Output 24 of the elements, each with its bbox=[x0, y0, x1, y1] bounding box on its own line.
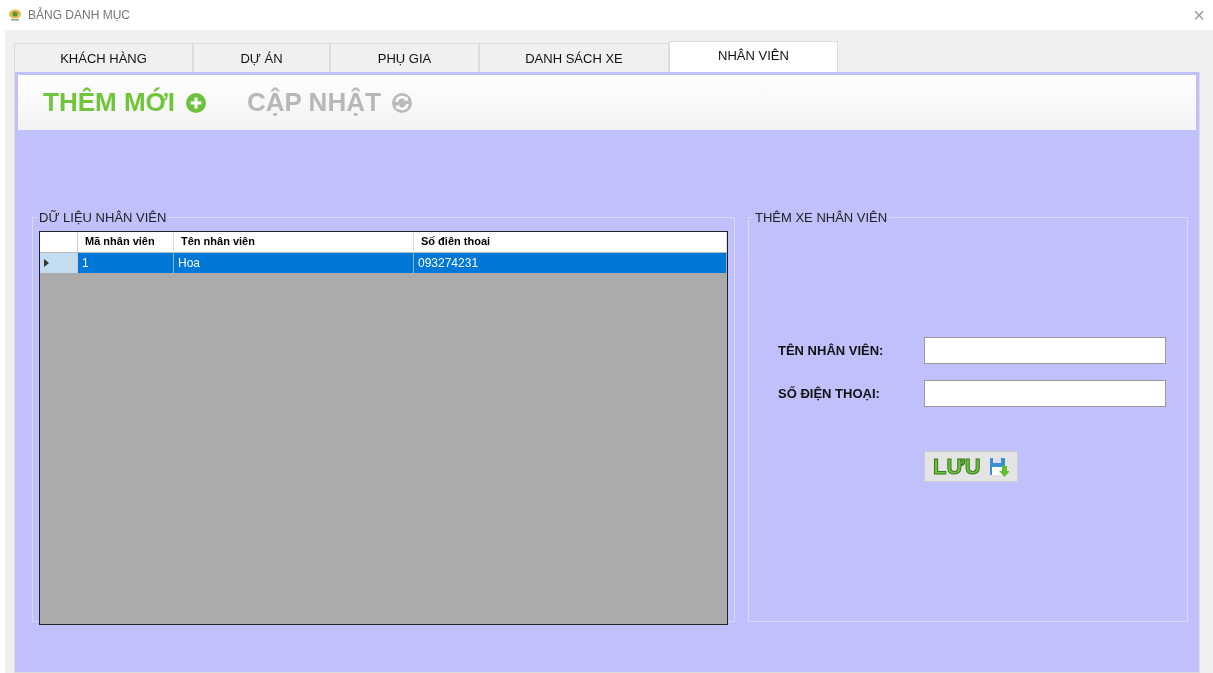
refresh-icon bbox=[390, 91, 413, 114]
app-logo-icon bbox=[8, 9, 22, 21]
table-cell: 1 bbox=[78, 253, 174, 273]
tab[interactable]: DANH SÁCH XE bbox=[479, 43, 669, 72]
current-row-icon bbox=[44, 259, 49, 267]
field-label: SỐ ĐIỆN THOẠI: bbox=[778, 386, 881, 401]
input-field[interactable] bbox=[924, 380, 1166, 407]
tab[interactable]: PHỤ GIA bbox=[330, 43, 479, 72]
input-field[interactable] bbox=[924, 337, 1166, 364]
tab[interactable]: DỰ ÁN bbox=[193, 43, 330, 72]
column-header[interactable]: Mã nhân viên bbox=[78, 232, 174, 252]
tab[interactable]: KHÁCH HÀNG bbox=[14, 43, 193, 72]
group-title: THÊM XE NHÂN VIÊN bbox=[754, 210, 889, 225]
window-title: BẢNG DANH MỤC bbox=[28, 8, 130, 22]
floppy-icon bbox=[988, 456, 1009, 477]
tab[interactable]: NHÂN VIÊN bbox=[669, 41, 838, 72]
field-label: TÊN NHÂN VIÊN: bbox=[778, 343, 885, 358]
grid-row[interactable]: 1 Hoa 093274231 bbox=[40, 253, 727, 273]
group-title: DỮ LIỆU NHÂN VIÊN bbox=[38, 210, 168, 225]
column-header[interactable]: Tên nhân viên bbox=[174, 232, 414, 252]
table-cell: 093274231 bbox=[414, 253, 727, 273]
table-cell: Hoa bbox=[174, 253, 414, 273]
plus-icon bbox=[184, 91, 207, 114]
column-header[interactable]: Số điên thoai bbox=[414, 232, 727, 252]
